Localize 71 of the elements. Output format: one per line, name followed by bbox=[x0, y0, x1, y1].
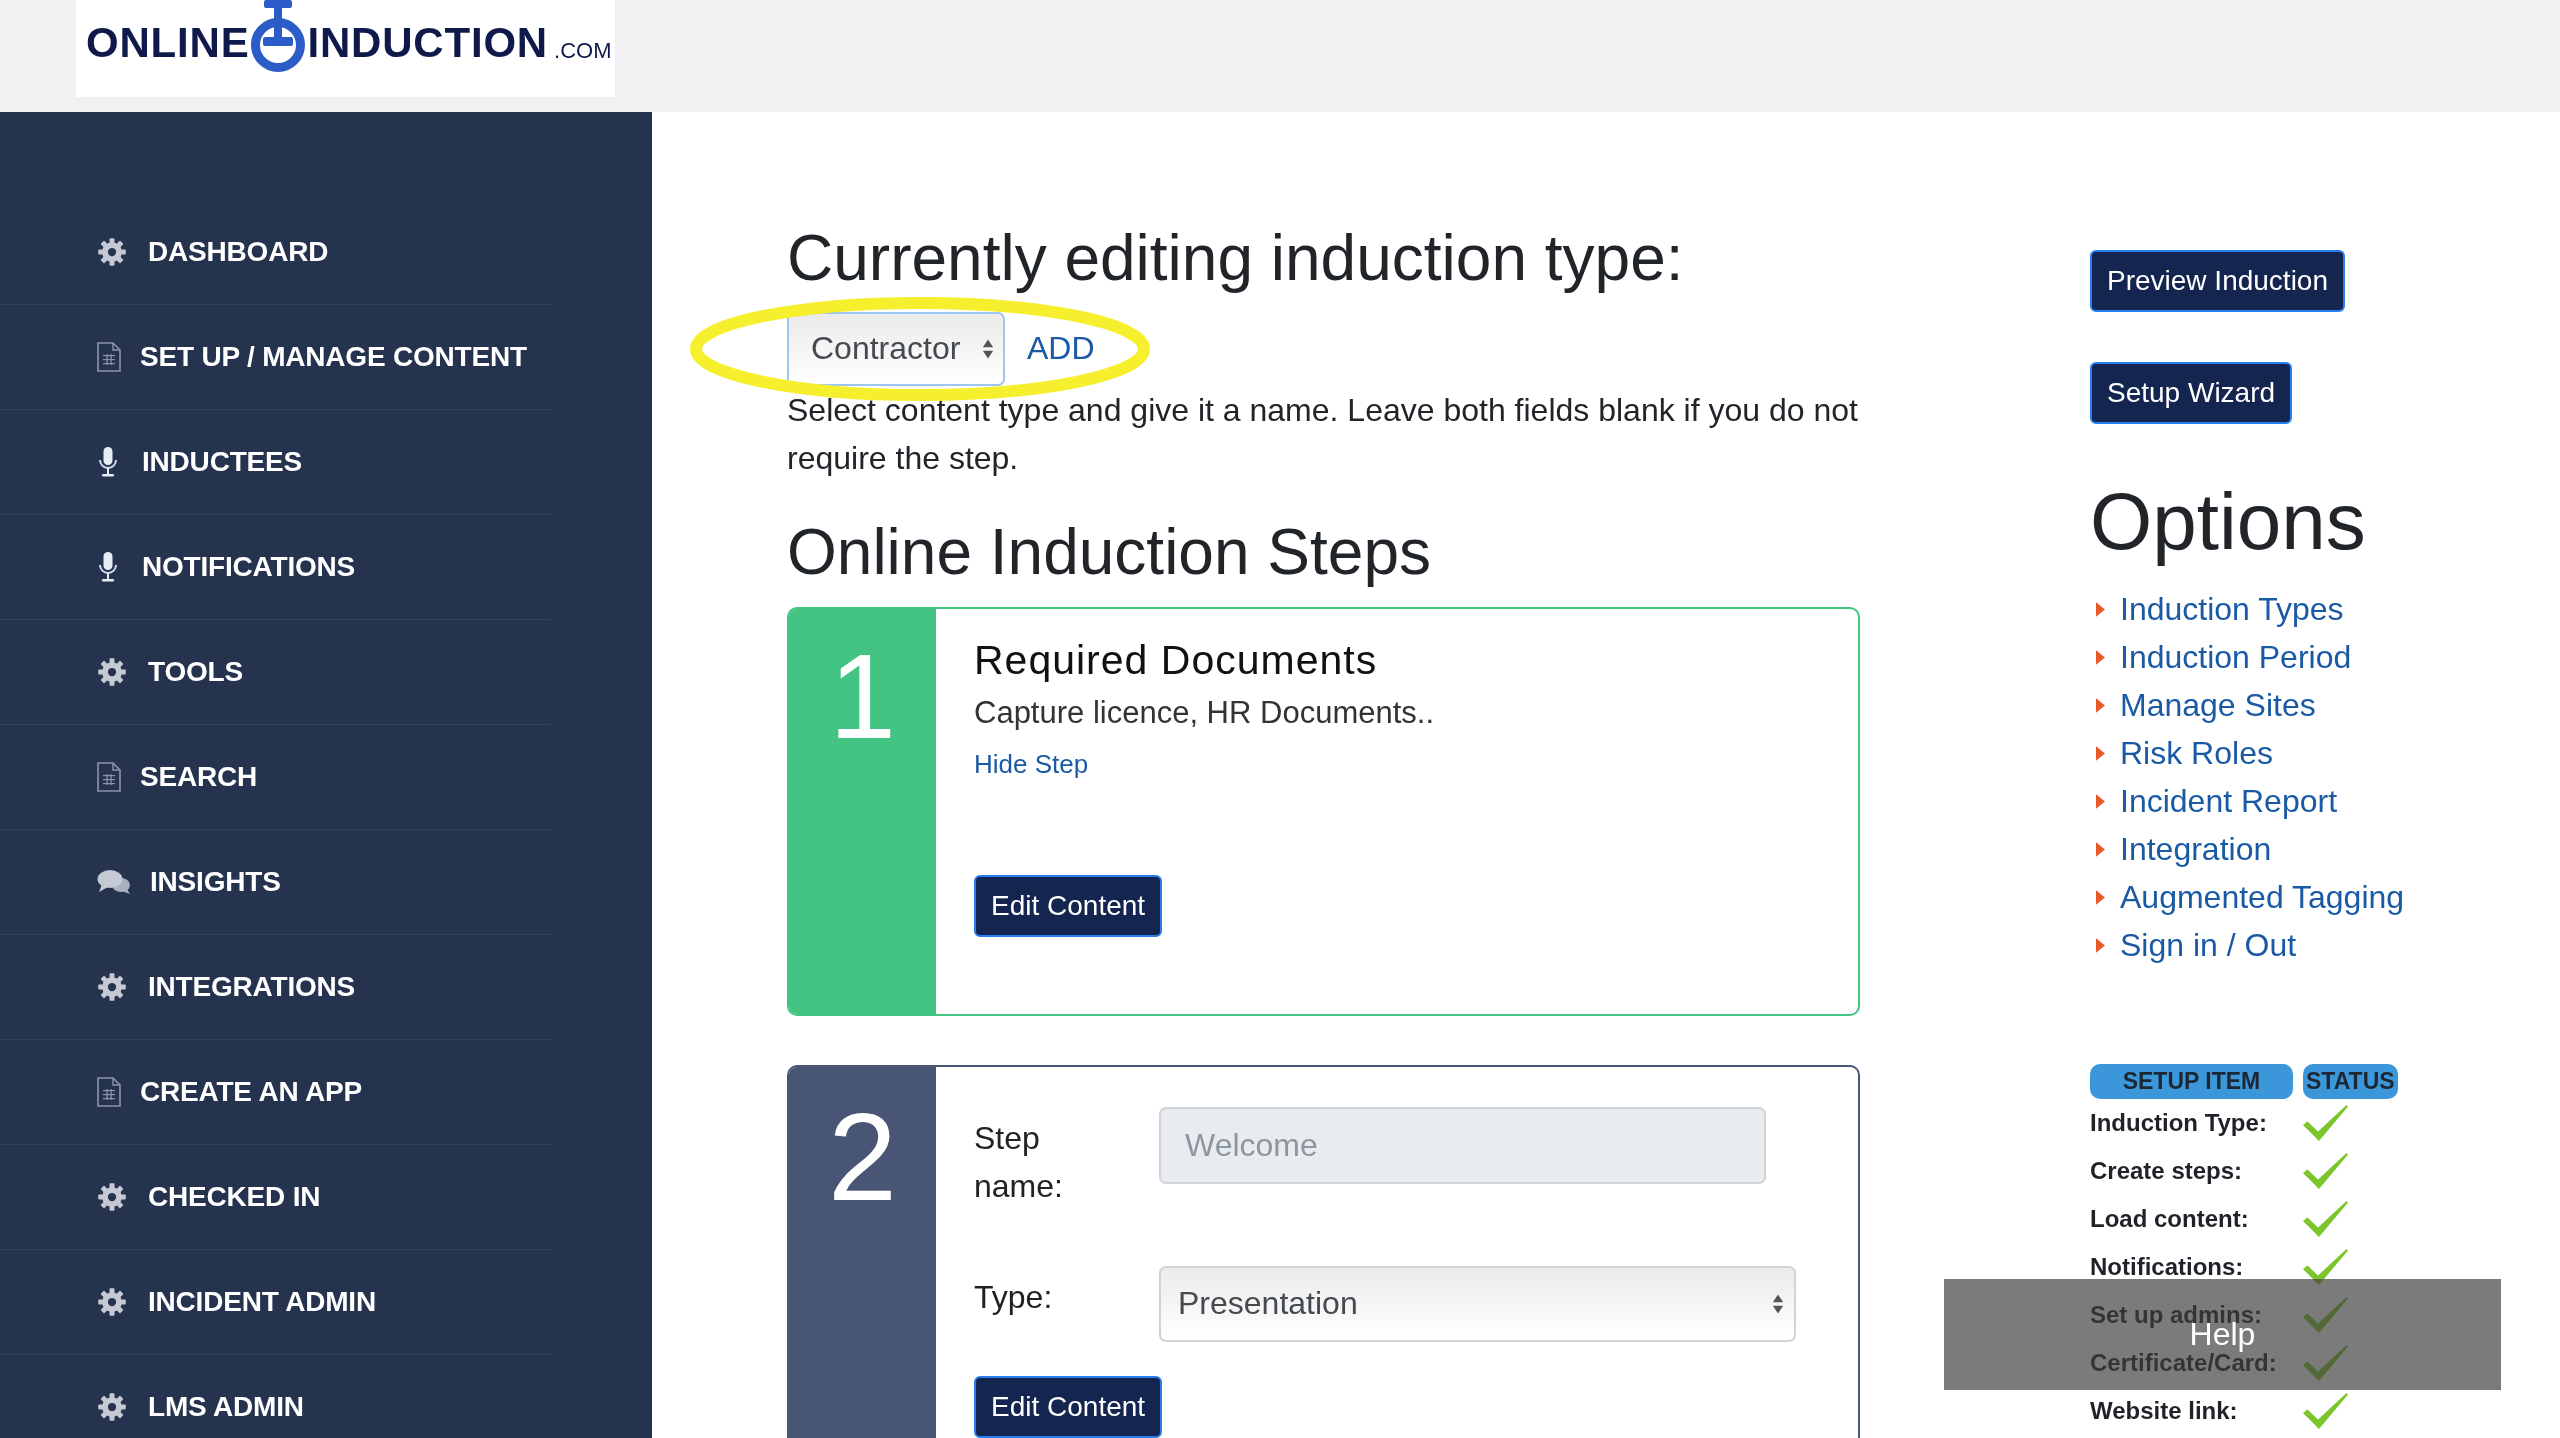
document-icon bbox=[97, 762, 121, 792]
section-heading: Online Induction Steps bbox=[787, 514, 1432, 590]
triangle-bullet-icon bbox=[2096, 745, 2105, 761]
add-link[interactable]: ADD bbox=[1027, 330, 1095, 368]
dropdown-select[interactable]: Presentation bbox=[1159, 1265, 1796, 1342]
option-link[interactable]: Sign in / Out bbox=[2120, 926, 2297, 964]
microphone-icon bbox=[97, 446, 119, 478]
options-heading: Options bbox=[2090, 476, 2366, 568]
sidebar-item[interactable]: INTEGRATIONS bbox=[0, 935, 550, 1040]
induction-type-select[interactable]: Contractor bbox=[787, 311, 1005, 386]
setup-item-label: Load content: bbox=[2090, 1205, 2250, 1233]
sidebar-item[interactable]: CHECKED IN bbox=[0, 1145, 550, 1250]
sidebar-item[interactable]: CREATE AN APP bbox=[0, 1040, 550, 1145]
gear-icon bbox=[97, 657, 127, 687]
ring-icon bbox=[250, 0, 307, 72]
hide-step-link[interactable]: Hide Step bbox=[974, 746, 1089, 781]
sidebar-item[interactable]: SEARCH bbox=[0, 725, 550, 830]
sidebar-item[interactable]: NOTIFICATIONS bbox=[0, 515, 550, 620]
triangle-bullet-icon bbox=[2096, 697, 2105, 713]
setup-item-label: Website link: bbox=[2090, 1397, 2239, 1425]
triangle-bullet-icon bbox=[2096, 841, 2105, 857]
field-label: Step name: bbox=[974, 1118, 1064, 1206]
step-number: 1 bbox=[829, 635, 896, 756]
edit-content-button[interactable]: Edit Content bbox=[974, 1375, 1163, 1438]
gear-icon bbox=[97, 237, 127, 267]
sidebar-item[interactable]: INSIGHTS bbox=[0, 830, 550, 935]
triangle-bullet-icon bbox=[2096, 649, 2105, 665]
option-link[interactable]: Incident Report bbox=[2120, 782, 2337, 820]
option-link[interactable]: Integration bbox=[2120, 830, 2272, 868]
document-icon bbox=[97, 1077, 121, 1107]
triangle-bullet-icon bbox=[2096, 793, 2105, 809]
step-title: Required Documents bbox=[974, 635, 1378, 685]
setup-item-label: Create steps: bbox=[2090, 1157, 2244, 1185]
column-header: STATUS bbox=[2303, 1064, 2398, 1099]
microphone-icon bbox=[97, 551, 119, 583]
triangle-bullet-icon bbox=[2096, 937, 2105, 953]
up-down-arrows-icon bbox=[982, 337, 994, 360]
triangle-bullet-icon bbox=[2096, 889, 2105, 905]
document-icon bbox=[97, 342, 121, 372]
option-link[interactable]: Induction Types bbox=[2120, 590, 2344, 628]
up-down-arrows-icon bbox=[1772, 1292, 1784, 1315]
setup-item-label: Induction Type: bbox=[2090, 1109, 2268, 1137]
sidebar-item[interactable]: INDUCTEES bbox=[0, 410, 550, 515]
preview-button[interactable]: Preview Induction bbox=[2090, 250, 2345, 312]
step-number: 2 bbox=[828, 1094, 897, 1219]
step-description: Capture licence, HR Documents.. bbox=[974, 693, 1435, 732]
wizard-button[interactable]: Setup Wizard bbox=[2090, 362, 2293, 424]
sidebar-item[interactable]: SET UP / MANAGE CONTENT bbox=[0, 305, 550, 410]
option-link[interactable]: Augmented Tagging bbox=[2120, 878, 2405, 916]
option-link[interactable]: Risk Roles bbox=[2120, 734, 2273, 772]
sidebar-item[interactable]: LMS ADMIN bbox=[0, 1355, 550, 1423]
field-label: Type: bbox=[974, 1277, 1054, 1317]
logo-suffix: .COM bbox=[554, 40, 612, 62]
gear-icon bbox=[97, 972, 127, 1002]
gear-icon bbox=[97, 1182, 127, 1212]
option-link[interactable]: Manage Sites bbox=[2120, 686, 2316, 724]
logo-text: ONLINE bbox=[86, 22, 250, 64]
page-heading: Currently editing induction type: bbox=[787, 221, 1685, 296]
column-header: SETUP ITEM bbox=[2090, 1064, 2293, 1099]
logo-text: INDUCTION bbox=[307, 22, 548, 64]
option-link[interactable]: Induction Period bbox=[2120, 638, 2352, 676]
sidebar-item[interactable]: DASHBOARD bbox=[0, 200, 550, 305]
sidebar-item[interactable]: INCIDENT ADMIN bbox=[0, 1250, 550, 1355]
chat-bubbles-icon bbox=[97, 869, 131, 895]
setup-item-label: Notifications: bbox=[2090, 1253, 2245, 1281]
gear-icon bbox=[97, 1392, 127, 1422]
edit-content-button[interactable]: Edit Content bbox=[974, 874, 1163, 937]
sidebar-item[interactable]: TOOLS bbox=[0, 620, 550, 725]
hint-text: Select content type and give it a name. Leave both fields blank if you do not require the step. bbox=[787, 390, 1859, 478]
gear-icon bbox=[97, 1287, 127, 1317]
triangle-bullet-icon bbox=[2096, 601, 2105, 617]
